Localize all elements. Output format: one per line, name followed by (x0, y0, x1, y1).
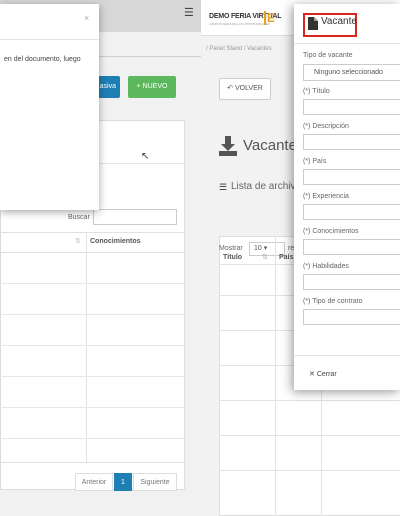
modal-footer-divider (294, 355, 400, 356)
pagination-prev[interactable]: Anterior (75, 473, 113, 491)
modal-text: en del documento, luego (4, 56, 81, 63)
tipo-vacante-label: Tipo de vacante (303, 52, 353, 59)
pais-label: (*) País (303, 158, 327, 165)
table-header-top (0, 232, 185, 233)
table-row (0, 376, 185, 377)
habilidades-label: (*) Habilidades (303, 263, 349, 270)
download-icon (219, 136, 237, 156)
close-icon: ✕ (309, 371, 317, 378)
close-icon[interactable]: × (84, 13, 89, 23)
mostrar-label: Mostrar (219, 245, 243, 252)
table-row (0, 438, 185, 439)
nuevo-button[interactable]: + NUEVO (128, 76, 176, 98)
modal-divider (0, 39, 99, 40)
table-row (219, 400, 400, 401)
pais-input[interactable] (303, 169, 400, 185)
table-row (219, 470, 400, 471)
habilidades-input[interactable] (303, 274, 400, 290)
table-row (219, 435, 400, 436)
cerrar-label: Cerrar (316, 371, 337, 378)
search-input[interactable] (93, 209, 177, 225)
mouse-cursor-icon: ↖ (141, 151, 150, 162)
search-label: Buscar (68, 214, 90, 221)
page-title: Vacante (243, 137, 297, 154)
conocimientos-input[interactable] (303, 239, 400, 255)
titulo-label: (*) Título (303, 88, 330, 95)
conocimientos-label: (*) Conocimientos (303, 228, 359, 235)
brand-subtitle: CAMPUS FERIA DE LAS OPORTUNIDADES (209, 22, 270, 26)
vacante-modal: Vacante Tipo de vacante Ninguno seleccio… (294, 4, 400, 390)
column-divider (275, 236, 276, 516)
table-row (0, 283, 185, 284)
volver-button[interactable]: ↶ VOLVER (219, 78, 271, 100)
column-header-titulo[interactable]: Título (223, 254, 242, 261)
volver-label: VOLVER (234, 85, 263, 92)
tipo-contrato-input[interactable] (303, 309, 400, 325)
sort-icon[interactable]: ⇅ (262, 253, 268, 261)
modal-title: Vacante (321, 16, 357, 27)
back-arrow-icon: ↶ (227, 85, 235, 92)
column-divider (86, 232, 87, 462)
sort-icon[interactable]: ⇅ (75, 237, 81, 245)
experiencia-input[interactable] (303, 204, 400, 220)
table-bottom (0, 462, 185, 463)
section-title: Lista de archivo (231, 181, 302, 192)
column-header-pais[interactable]: País (279, 254, 293, 261)
descripcion-label: (*) Descripción (303, 123, 349, 130)
left-browser-window: ☰ asiva + NUEVO Buscar ⇅ Conocimientos A… (0, 0, 201, 516)
table-row (0, 407, 185, 408)
page-size-value: 10 (254, 245, 262, 252)
logo-mark (264, 11, 266, 25)
list-icon: ☰ (219, 182, 228, 192)
modal-divider (294, 43, 400, 44)
column-header-conocimientos[interactable]: Conocimientos (90, 238, 141, 245)
titulo-input[interactable] (303, 99, 400, 115)
table-row (0, 345, 185, 346)
pagination-page[interactable]: 1 (114, 473, 132, 491)
breadcrumb[interactable]: / Panel Stand / Vacantes (206, 46, 272, 52)
document-icon (308, 17, 318, 30)
tipo-vacante-select[interactable]: Ninguno seleccionado (303, 64, 400, 81)
experiencia-label: (*) Experiencia (303, 193, 349, 200)
cerrar-button[interactable]: ✕ Cerrar (309, 370, 337, 378)
descripcion-input[interactable] (303, 134, 400, 150)
brand-logo: E (267, 11, 276, 25)
hamburger-menu-icon[interactable]: ☰ (184, 6, 194, 19)
pagination-next[interactable]: Siguiente (133, 473, 177, 491)
tipo-contrato-label: (*) Tipo de contrato (303, 298, 363, 305)
left-modal-dialog: × en del documento, luego (0, 4, 99, 210)
table-row (0, 314, 185, 315)
table-row (0, 252, 185, 253)
